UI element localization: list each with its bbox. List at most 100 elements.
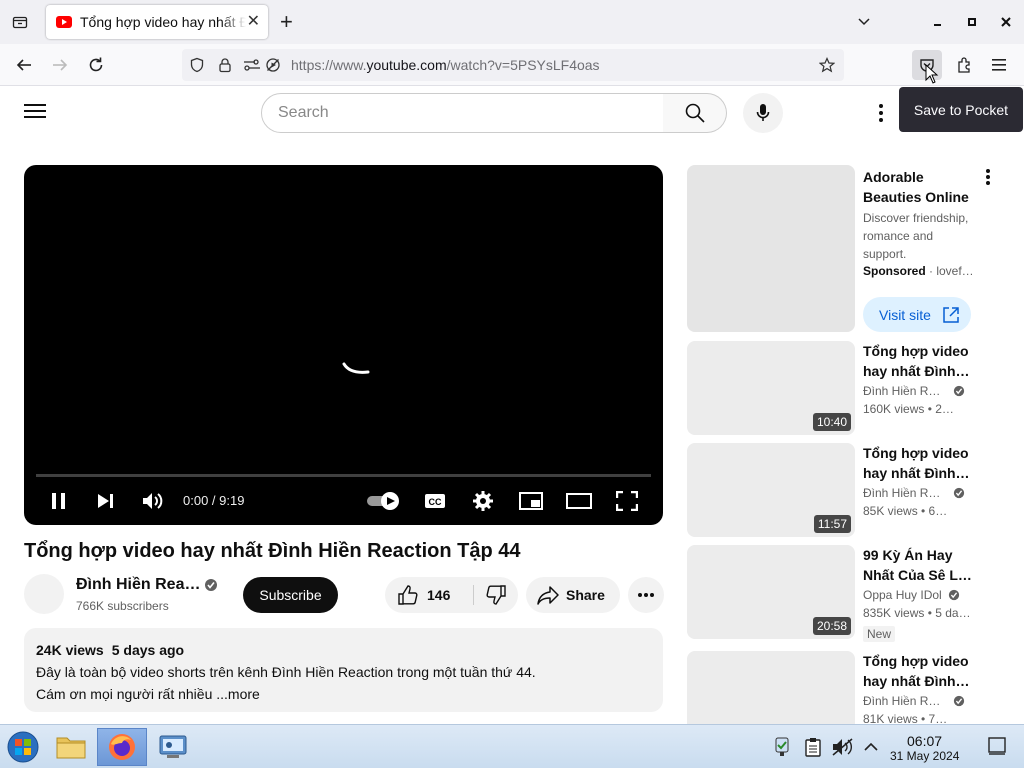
bookmark-star-icon[interactable]	[818, 56, 836, 74]
channel-avatar[interactable]	[24, 574, 64, 614]
recommended-title[interactable]: Tổng hợp video hay nhất Đình…	[863, 651, 973, 691]
recommended-channel[interactable]: Đình Hiền Re…	[863, 694, 965, 708]
clipboard-tray-icon[interactable]	[798, 728, 828, 766]
miniplayer-button[interactable]	[518, 489, 544, 513]
view-info: 24K views 5 days ago	[36, 640, 651, 660]
verified-badge-icon	[953, 385, 965, 397]
recommended-channel[interactable]: Đình Hiền Re…	[863, 486, 965, 500]
advertiser-domain: · lovef…	[925, 264, 974, 278]
volume-button[interactable]	[140, 489, 166, 513]
volume-muted-tray-icon[interactable]	[828, 728, 858, 766]
ad-title[interactable]: Adorable Beauties Online	[863, 167, 973, 207]
close-window-icon[interactable]	[996, 12, 1016, 32]
browser-navigation-bar: https://www.youtube.com/watch?v=5PSYsLF4…	[0, 44, 1024, 86]
video-player[interactable]: 0:00 / 9:19 CC	[24, 165, 663, 525]
permissions-icon[interactable]	[243, 56, 261, 74]
ad-sponsor-line: Sponsored · lovef…	[863, 264, 978, 278]
verified-badge-icon	[953, 695, 965, 707]
extensions-puzzle-icon[interactable]	[954, 54, 976, 76]
recommended-stats: 85K views • 6…	[863, 504, 948, 518]
tab-overflow-chevron-icon[interactable]	[854, 12, 874, 32]
pause-button[interactable]	[46, 489, 72, 513]
list-all-tabs-icon[interactable]	[8, 10, 32, 34]
search-input[interactable]	[278, 104, 638, 122]
back-arrow-icon[interactable]	[13, 54, 35, 76]
next-video-button[interactable]	[93, 489, 119, 513]
reload-icon[interactable]	[85, 54, 107, 76]
recommended-stats: 81K views • 7…	[863, 712, 948, 724]
ad-menu-icon[interactable]	[980, 167, 996, 192]
subscriber-count: 766K subscribers	[76, 599, 169, 613]
horizontal-dots-icon	[638, 593, 654, 597]
subscribe-button[interactable]: Subscribe	[243, 577, 338, 613]
clock-date[interactable]: 31 May 2024	[890, 749, 959, 763]
video-thumbnail[interactable]: 11:57	[687, 443, 855, 537]
like-button[interactable]: 146	[385, 577, 473, 613]
file-manager-folder-icon[interactable]	[48, 728, 94, 766]
autoplay-blocked-icon[interactable]	[264, 56, 282, 74]
description-box[interactable]: 24K views 5 days ago Đây là toàn bộ video…	[24, 628, 663, 712]
tracking-protection-shield-icon[interactable]	[188, 56, 206, 74]
show-desktop-icon[interactable]	[988, 737, 1006, 760]
recommended-video[interactable]: Tổng hợp video hay nhất Đình… Đình Hiền …	[687, 651, 997, 724]
channel-name[interactable]: Đình Hiền Rea…	[76, 576, 200, 594]
ad-description: Discover friendship, romance and support…	[863, 211, 969, 261]
start-menu-orb-icon[interactable]	[0, 728, 46, 766]
autoplay-toggle[interactable]	[365, 489, 403, 513]
fullscreen-button[interactable]	[614, 489, 640, 513]
svg-text:CC: CC	[429, 497, 442, 507]
voice-search-button[interactable]	[743, 93, 783, 133]
visit-site-label: Visit site	[879, 306, 931, 323]
time-display: 0:00 / 9:19	[183, 493, 245, 508]
recommended-title[interactable]: Tổng hợp video hay nhất Đình…	[863, 443, 973, 483]
ad-thumbnail[interactable]	[687, 165, 855, 332]
browser-tab-youtube[interactable]: Tổng hợp video hay nhất Đình Hiền Reacti…	[46, 5, 268, 39]
loading-spinner-icon	[342, 362, 370, 374]
subtitles-cc-button[interactable]: CC	[422, 489, 448, 513]
search-button[interactable]	[663, 93, 727, 133]
theater-mode-button[interactable]	[566, 489, 592, 513]
maximize-window-icon[interactable]	[962, 12, 982, 32]
forward-arrow-icon[interactable]	[49, 54, 71, 76]
share-button[interactable]: Share	[526, 577, 620, 613]
show-more-link[interactable]: ...more	[216, 686, 260, 702]
mouse-cursor-icon	[925, 64, 939, 84]
verified-badge-icon	[953, 487, 965, 499]
external-link-icon	[943, 306, 959, 323]
app-menu-hamburger-icon[interactable]	[989, 54, 1011, 76]
video-thumbnail[interactable]: 20:58	[687, 545, 855, 639]
search-box[interactable]	[261, 93, 664, 133]
video-thumbnail[interactable]: 10:40	[687, 341, 855, 435]
lock-icon[interactable]	[216, 56, 234, 74]
like-count: 146	[427, 587, 451, 603]
minimize-window-icon[interactable]	[928, 12, 948, 32]
share-arrow-icon	[537, 586, 559, 605]
upload-date: 5 days ago	[111, 642, 185, 658]
recommended-title[interactable]: 99 Kỳ Án Hay Nhất Của Sê L…	[863, 545, 973, 585]
verified-badge-icon	[205, 579, 217, 591]
tab-title: Tổng hợp video hay nhất Đình Hiền Reacti…	[80, 14, 246, 30]
tray-expand-chevron-icon[interactable]	[858, 728, 884, 766]
visit-site-button[interactable]: Visit site	[863, 297, 971, 332]
url-text[interactable]: https://www.youtube.com/watch?v=5PSYsLF4…	[291, 57, 600, 73]
settings-more-icon[interactable]	[870, 102, 892, 129]
settings-gear-icon[interactable]	[470, 489, 496, 513]
new-tab-button[interactable]: +	[280, 10, 293, 34]
firefox-taskbar-icon[interactable]	[97, 728, 147, 766]
network-tray-icon[interactable]	[766, 728, 798, 766]
recommended-channel[interactable]: Oppa Huy IDol	[863, 588, 960, 602]
system-settings-icon[interactable]	[150, 728, 196, 766]
guide-menu-icon[interactable]	[24, 102, 46, 125]
youtube-masthead	[0, 86, 1024, 142]
clock-time[interactable]: 06:07	[907, 733, 942, 749]
video-duration: 11:57	[813, 515, 851, 533]
address-bar[interactable]: https://www.youtube.com/watch?v=5PSYsLF4…	[182, 49, 844, 81]
more-actions-button[interactable]	[628, 577, 664, 613]
video-thumbnail[interactable]	[687, 651, 855, 724]
sponsored-label: Sponsored	[863, 264, 926, 278]
dislike-button[interactable]	[474, 577, 518, 613]
progress-bar[interactable]	[36, 474, 651, 477]
recommended-channel[interactable]: Đình Hiền Re…	[863, 384, 965, 398]
recommended-title[interactable]: Tổng hợp video hay nhất Đình…	[863, 341, 973, 381]
close-tab-icon[interactable]: ✕	[247, 13, 260, 31]
